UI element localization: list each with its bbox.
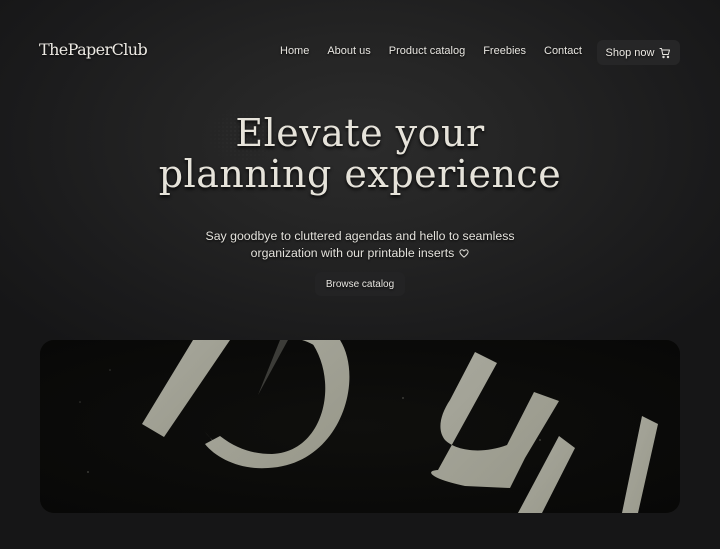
hero-subtitle: Say goodbye to cluttered agendas and hel… [0,228,720,261]
site-logo[interactable]: ThePaperClub [39,40,148,59]
main-nav: Home About us Product catalog Freebies C… [280,45,582,57]
hero-subtitle-line-2: organization with our printable inserts [250,245,455,260]
banner-background [40,340,680,513]
hero-title: Elevate your planning experience [0,113,720,195]
hero-subtitle-line-2-wrap: organization with our printable inserts [0,245,720,262]
paper-letters-illustration [40,340,680,513]
hero-banner-image [40,340,680,513]
hero-title-line-1: Elevate your [235,111,485,155]
nav-item-freebies[interactable]: Freebies [483,45,526,57]
browse-catalog-button[interactable]: Browse catalog [315,272,405,296]
heart-icon [459,248,469,258]
hero-subtitle-line-1: Say goodbye to cluttered agendas and hel… [205,229,515,243]
nav-item-about-us[interactable]: About us [327,45,370,57]
shop-now-label: Shop now [605,46,655,59]
site-header: ThePaperClub Home About us Product catal… [0,0,720,105]
shopping-cart-icon [659,47,671,58]
shop-now-button[interactable]: Shop now [597,40,680,65]
hero-title-line-2: planning experience [158,152,562,196]
nav-item-product-catalog[interactable]: Product catalog [389,45,465,57]
nav-item-home[interactable]: Home [280,45,309,57]
nav-item-contact[interactable]: Contact [544,45,582,57]
